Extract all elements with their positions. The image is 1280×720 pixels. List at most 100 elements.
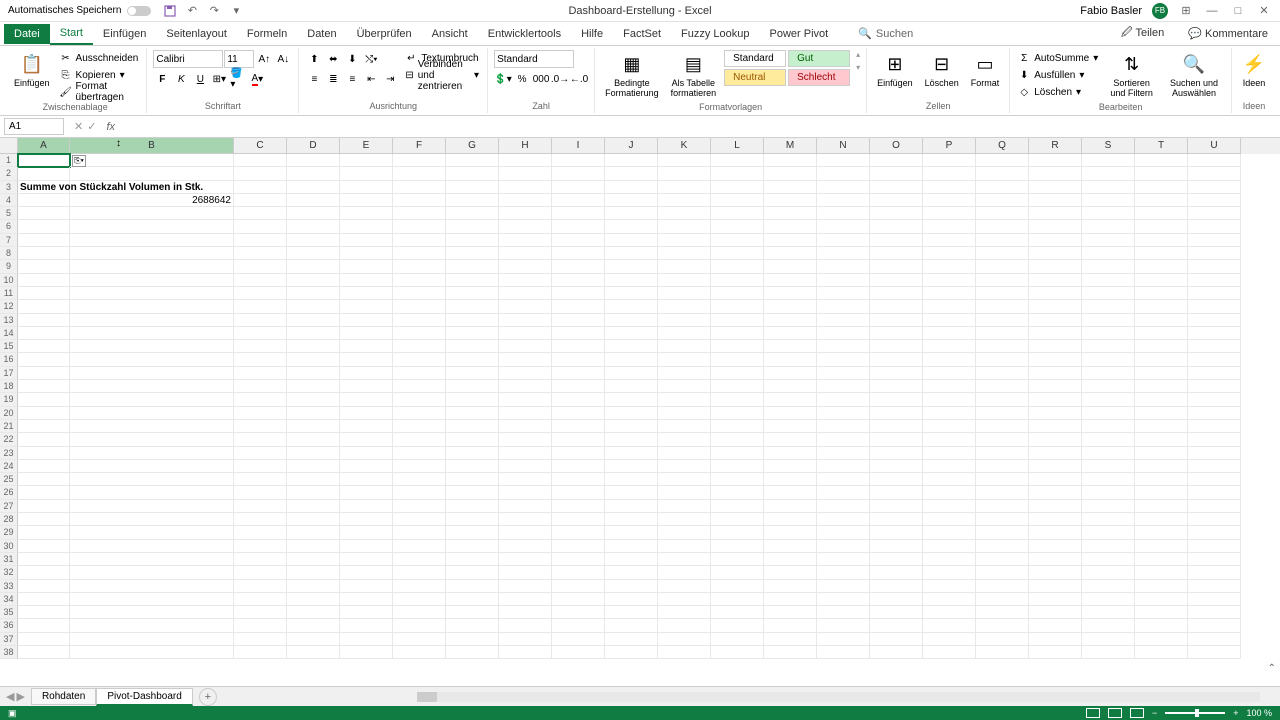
cell-I36[interactable] <box>552 619 605 632</box>
cell-Q38[interactable] <box>976 646 1029 659</box>
row-header-3[interactable]: 3 <box>0 181 18 194</box>
cell-R14[interactable] <box>1029 327 1082 340</box>
format-cells-button[interactable]: ▭Format <box>967 50 1004 90</box>
cell-I7[interactable] <box>552 234 605 247</box>
cell-A18[interactable] <box>18 380 70 393</box>
cell-L32[interactable] <box>711 566 764 579</box>
tab-fuzzy[interactable]: Fuzzy Lookup <box>671 24 759 44</box>
cell-A2[interactable] <box>18 167 70 180</box>
cell-M5[interactable] <box>764 207 817 220</box>
cell-D31[interactable] <box>287 553 340 566</box>
cell-O32[interactable] <box>870 566 923 579</box>
cell-C28[interactable] <box>234 513 287 526</box>
cell-B2[interactable] <box>70 167 234 180</box>
cell-A26[interactable] <box>18 486 70 499</box>
row-header-14[interactable]: 14 <box>0 327 18 340</box>
cell-E26[interactable] <box>340 486 393 499</box>
cell-I4[interactable] <box>552 194 605 207</box>
cell-Q20[interactable] <box>976 407 1029 420</box>
cell-T36[interactable] <box>1135 619 1188 632</box>
cell-T8[interactable] <box>1135 247 1188 260</box>
cell-E4[interactable] <box>340 194 393 207</box>
row-header-6[interactable]: 6 <box>0 220 18 233</box>
indent-inc-icon[interactable]: ⇥ <box>381 70 399 88</box>
cell-S37[interactable] <box>1082 633 1135 646</box>
cell-A37[interactable] <box>18 633 70 646</box>
row-header-37[interactable]: 37 <box>0 633 18 646</box>
cell-Q31[interactable] <box>976 553 1029 566</box>
cell-M2[interactable] <box>764 167 817 180</box>
cell-R6[interactable] <box>1029 220 1082 233</box>
cell-M24[interactable] <box>764 460 817 473</box>
cell-I25[interactable] <box>552 473 605 486</box>
smart-tag-icon[interactable]: ⎘▾ <box>72 155 86 167</box>
cell-T3[interactable] <box>1135 181 1188 194</box>
row-header-38[interactable]: 38 <box>0 646 18 659</box>
cell-T37[interactable] <box>1135 633 1188 646</box>
cell-G21[interactable] <box>446 420 499 433</box>
cell-T14[interactable] <box>1135 327 1188 340</box>
cell-U4[interactable] <box>1188 194 1241 207</box>
cell-I26[interactable] <box>552 486 605 499</box>
cell-M34[interactable] <box>764 593 817 606</box>
cell-K36[interactable] <box>658 619 711 632</box>
cell-C22[interactable] <box>234 433 287 446</box>
cell-O15[interactable] <box>870 340 923 353</box>
cell-U34[interactable] <box>1188 593 1241 606</box>
cell-Q27[interactable] <box>976 500 1029 513</box>
cell-N11[interactable] <box>817 287 870 300</box>
cell-M35[interactable] <box>764 606 817 619</box>
cell-M19[interactable] <box>764 393 817 406</box>
cell-O1[interactable] <box>870 154 923 167</box>
cell-E34[interactable] <box>340 593 393 606</box>
cell-L11[interactable] <box>711 287 764 300</box>
cell-F2[interactable] <box>393 167 446 180</box>
tab-entwicklertools[interactable]: Entwicklertools <box>478 24 571 44</box>
cell-T2[interactable] <box>1135 167 1188 180</box>
cell-H3[interactable] <box>499 181 552 194</box>
find-select-button[interactable]: 🔍Suchen und Auswählen <box>1163 50 1225 100</box>
cell-M37[interactable] <box>764 633 817 646</box>
cell-A14[interactable] <box>18 327 70 340</box>
cell-P38[interactable] <box>923 646 976 659</box>
search-label[interactable]: Suchen <box>876 28 913 40</box>
cell-C32[interactable] <box>234 566 287 579</box>
horizontal-scrollbar[interactable] <box>417 692 1260 702</box>
cell-O8[interactable] <box>870 247 923 260</box>
cell-D19[interactable] <box>287 393 340 406</box>
cell-L7[interactable] <box>711 234 764 247</box>
underline-button[interactable]: U <box>191 70 209 88</box>
cell-M14[interactable] <box>764 327 817 340</box>
cell-A15[interactable] <box>18 340 70 353</box>
cell-T24[interactable] <box>1135 460 1188 473</box>
cell-J15[interactable] <box>605 340 658 353</box>
cell-B3[interactable] <box>70 181 234 194</box>
cell-S30[interactable] <box>1082 540 1135 553</box>
cell-R3[interactable] <box>1029 181 1082 194</box>
cell-H28[interactable] <box>499 513 552 526</box>
sheet-tab-pivot-dashboard[interactable]: Pivot-Dashboard <box>96 688 192 706</box>
cell-H30[interactable] <box>499 540 552 553</box>
cell-F34[interactable] <box>393 593 446 606</box>
cell-B10[interactable] <box>70 274 234 287</box>
cell-A27[interactable] <box>18 500 70 513</box>
cell-G4[interactable] <box>446 194 499 207</box>
cell-G38[interactable] <box>446 646 499 659</box>
cell-C11[interactable] <box>234 287 287 300</box>
cell-N25[interactable] <box>817 473 870 486</box>
cell-J2[interactable] <box>605 167 658 180</box>
cell-K4[interactable] <box>658 194 711 207</box>
fill-button[interactable]: ⬇Ausfüllen ▾ <box>1016 67 1100 83</box>
cell-A10[interactable] <box>18 274 70 287</box>
cell-M23[interactable] <box>764 447 817 460</box>
cell-U27[interactable] <box>1188 500 1241 513</box>
cell-R33[interactable] <box>1029 580 1082 593</box>
row-header-10[interactable]: 10 <box>0 274 18 287</box>
cell-Q15[interactable] <box>976 340 1029 353</box>
style-up-icon[interactable]: ▴ <box>856 50 860 59</box>
cell-G5[interactable] <box>446 207 499 220</box>
col-header-G[interactable]: G <box>446 138 499 154</box>
cell-A30[interactable] <box>18 540 70 553</box>
cell-P22[interactable] <box>923 433 976 446</box>
cell-E5[interactable] <box>340 207 393 220</box>
